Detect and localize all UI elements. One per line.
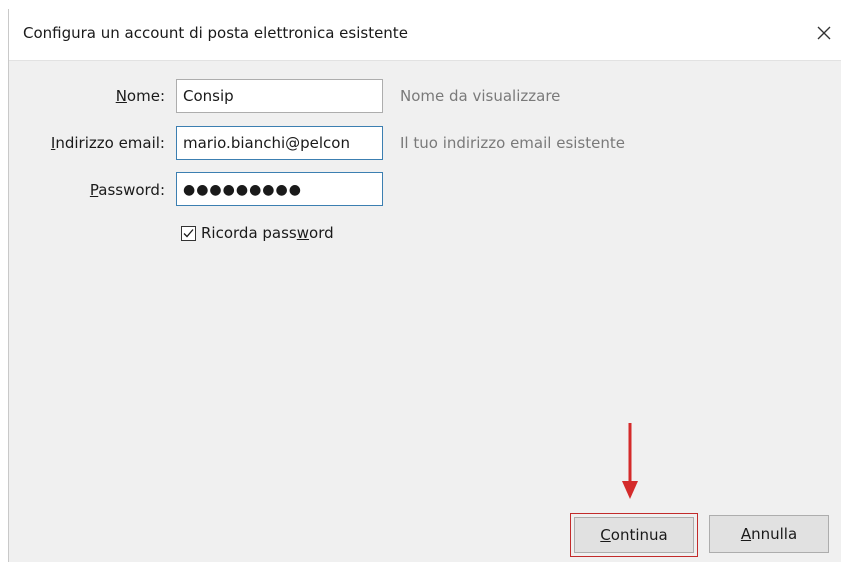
remember-password-label: Ricorda password <box>201 224 334 242</box>
email-label: Indirizzo email: <box>50 134 165 152</box>
dialog-title: Configura un account di posta elettronic… <box>23 24 408 42</box>
password-label: Password: <box>89 181 165 199</box>
dialog-window: Configura un account di posta elettronic… <box>8 9 841 562</box>
continue-button[interactable]: Continua <box>570 513 698 557</box>
close-icon[interactable] <box>812 21 836 45</box>
email-field[interactable]: mario.bianchi@pelcon <box>176 126 383 160</box>
remember-password-checkbox[interactable]: Ricorda password <box>181 222 334 244</box>
email-hint: Il tuo indirizzo email esistente <box>400 134 625 152</box>
name-hint: Nome da visualizzare <box>400 87 561 105</box>
name-label: Nome: <box>115 87 165 105</box>
red-arrow-down-icon <box>622 423 638 499</box>
checkmark-icon <box>183 228 194 237</box>
name-field[interactable]: Consip <box>176 79 383 113</box>
title-bar: Configura un account di posta elettronic… <box>9 9 841 61</box>
password-field[interactable]: ●●●●●●●●● <box>176 172 383 206</box>
cancel-button[interactable]: Annulla <box>709 515 829 553</box>
checkbox-box[interactable] <box>181 225 196 241</box>
